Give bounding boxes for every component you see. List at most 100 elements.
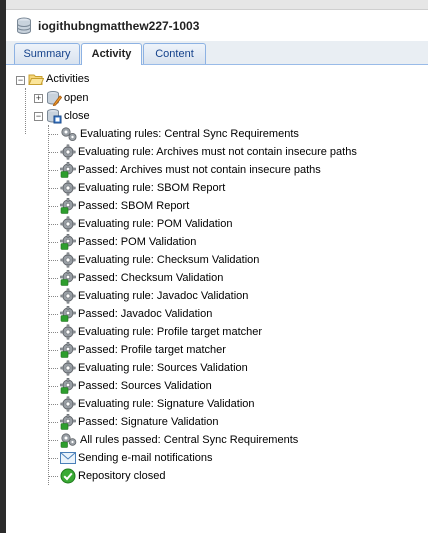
activity-event-label: Evaluating rule: SBOM Report — [78, 182, 226, 194]
expand-toggle-open[interactable]: + — [34, 94, 43, 103]
tree-node-close[interactable]: close — [46, 107, 90, 125]
gear-passed-icon — [60, 414, 76, 430]
folder-open-icon — [28, 72, 44, 86]
activity-event-label: All rules passed: Central Sync Requireme… — [80, 434, 299, 446]
tree-connector — [48, 188, 58, 189]
tree-connector — [48, 224, 58, 225]
activity-event-label: Passed: POM Validation — [78, 236, 197, 248]
database-icon — [16, 17, 32, 35]
activity-event-row[interactable]: Passed: Profile target matcher — [60, 341, 226, 359]
tree-node-open[interactable]: open — [46, 89, 88, 107]
activity-event-label: Evaluating rule: Profile target matcher — [78, 326, 263, 338]
tree-node-label: open — [64, 92, 89, 104]
tree-connector — [48, 422, 58, 423]
gear-icon — [60, 360, 76, 376]
activity-event-label: Evaluating rules: Central Sync Requireme… — [80, 128, 299, 140]
gears-icon — [60, 126, 78, 142]
activity-event-label: Passed: Signature Validation — [78, 416, 219, 428]
tree-connector — [25, 88, 26, 134]
tab-summary[interactable]: Summary — [14, 43, 80, 64]
gear-passed-icon — [60, 306, 76, 322]
tree-connector — [48, 296, 58, 297]
tree-connector — [48, 242, 58, 243]
repository-header: iogithubngmatthew227-1003 — [6, 10, 428, 41]
activity-event-row[interactable]: Evaluating rule: Signature Validation — [60, 395, 255, 413]
gear-icon — [60, 180, 76, 196]
activity-event-label: Passed: SBOM Report — [78, 200, 190, 212]
tree-connector — [48, 368, 58, 369]
tab-activity[interactable]: Activity — [81, 43, 142, 65]
gear-icon — [60, 144, 76, 160]
tree-connector — [48, 125, 49, 485]
activity-event-row[interactable]: Evaluating rule: Checksum Validation — [60, 251, 259, 269]
activity-event-row[interactable]: Passed: Archives must not contain insecu… — [60, 161, 321, 179]
activity-event-row[interactable]: Passed: POM Validation — [60, 233, 196, 251]
email-icon — [60, 451, 76, 465]
gear-icon — [60, 396, 76, 412]
top-toolbar-strip — [6, 0, 428, 10]
gear-passed-icon — [60, 342, 76, 358]
activity-event-row[interactable]: Evaluating rule: SBOM Report — [60, 179, 225, 197]
activity-event-row[interactable]: Evaluating rule: Sources Validation — [60, 359, 248, 377]
collapse-toggle-close[interactable]: − — [34, 112, 43, 121]
tab-strip: Summary Activity Content — [6, 41, 428, 65]
activity-event-label: Evaluating rule: Signature Validation — [78, 398, 255, 410]
repository-title: iogithubngmatthew227-1003 — [38, 18, 200, 33]
gear-icon — [60, 216, 76, 232]
gears-passed-icon — [60, 432, 78, 448]
activity-event-label: Evaluating rule: POM Validation — [78, 218, 233, 230]
activity-event-label: Passed: Javadoc Validation — [78, 308, 213, 320]
tab-content[interactable]: Content — [143, 43, 206, 64]
activity-event-label: Passed: Archives must not contain insecu… — [78, 164, 321, 176]
open-repository-icon — [46, 90, 62, 106]
tree-connector — [48, 386, 58, 387]
gear-passed-icon — [60, 270, 76, 286]
activity-event-label: Repository closed — [78, 470, 166, 482]
activity-event-row[interactable]: All rules passed: Central Sync Requireme… — [60, 431, 298, 449]
activity-event-label: Passed: Profile target matcher — [78, 344, 226, 356]
tree-connector — [48, 350, 58, 351]
tree-connector — [48, 314, 58, 315]
tree-node-label: Activities — [46, 73, 90, 85]
activity-event-row[interactable]: Sending e-mail notifications — [60, 449, 213, 467]
activity-event-row[interactable]: Evaluating rule: POM Validation — [60, 215, 233, 233]
gear-icon — [60, 324, 76, 340]
gear-passed-icon — [60, 234, 76, 250]
activity-event-label: Sending e-mail notifications — [78, 452, 213, 464]
activity-event-row[interactable]: Passed: Signature Validation — [60, 413, 218, 431]
check-circle-icon — [60, 468, 76, 484]
activity-event-row[interactable]: Repository closed — [60, 467, 165, 485]
activity-event-row[interactable]: Evaluating rules: Central Sync Requireme… — [60, 125, 299, 143]
activity-event-label: Passed: Checksum Validation — [78, 272, 224, 284]
tree-connector — [48, 404, 58, 405]
activity-event-label: Evaluating rule: Checksum Validation — [78, 254, 260, 266]
activity-event-row[interactable]: Evaluating rule: Archives must not conta… — [60, 143, 357, 161]
activity-event-row[interactable]: Passed: SBOM Report — [60, 197, 189, 215]
tree-connector — [48, 152, 58, 153]
activity-event-row[interactable]: Evaluating rule: Profile target matcher — [60, 323, 262, 341]
tree-connector — [48, 260, 58, 261]
gear-icon — [60, 288, 76, 304]
tree-connector — [48, 206, 58, 207]
gear-passed-icon — [60, 198, 76, 214]
gear-passed-icon — [60, 378, 76, 394]
closed-repository-icon — [46, 108, 62, 124]
activity-event-row[interactable]: Passed: Sources Validation — [60, 377, 212, 395]
activity-event-label: Evaluating rule: Sources Validation — [78, 362, 248, 374]
collapse-toggle-activities[interactable]: − — [16, 76, 25, 85]
tree-connector — [48, 440, 58, 441]
tree-node-label: close — [64, 110, 90, 122]
activity-event-row[interactable]: Passed: Checksum Validation — [60, 269, 223, 287]
activity-event-row[interactable]: Passed: Javadoc Validation — [60, 305, 212, 323]
activity-event-row[interactable]: Evaluating rule: Javadoc Validation — [60, 287, 248, 305]
activity-event-label: Passed: Sources Validation — [78, 380, 212, 392]
tree-connector — [48, 458, 58, 459]
tree-connector — [48, 476, 58, 477]
gear-passed-icon — [60, 162, 76, 178]
tree-node-activities[interactable]: Activities — [28, 70, 89, 88]
tree-connector — [48, 134, 58, 135]
activity-event-label: Evaluating rule: Javadoc Validation — [78, 290, 249, 302]
activity-event-label: Evaluating rule: Archives must not conta… — [78, 146, 357, 158]
tree-connector — [48, 278, 58, 279]
activity-tree: − Activities + open − close Evaluating r… — [6, 64, 428, 533]
